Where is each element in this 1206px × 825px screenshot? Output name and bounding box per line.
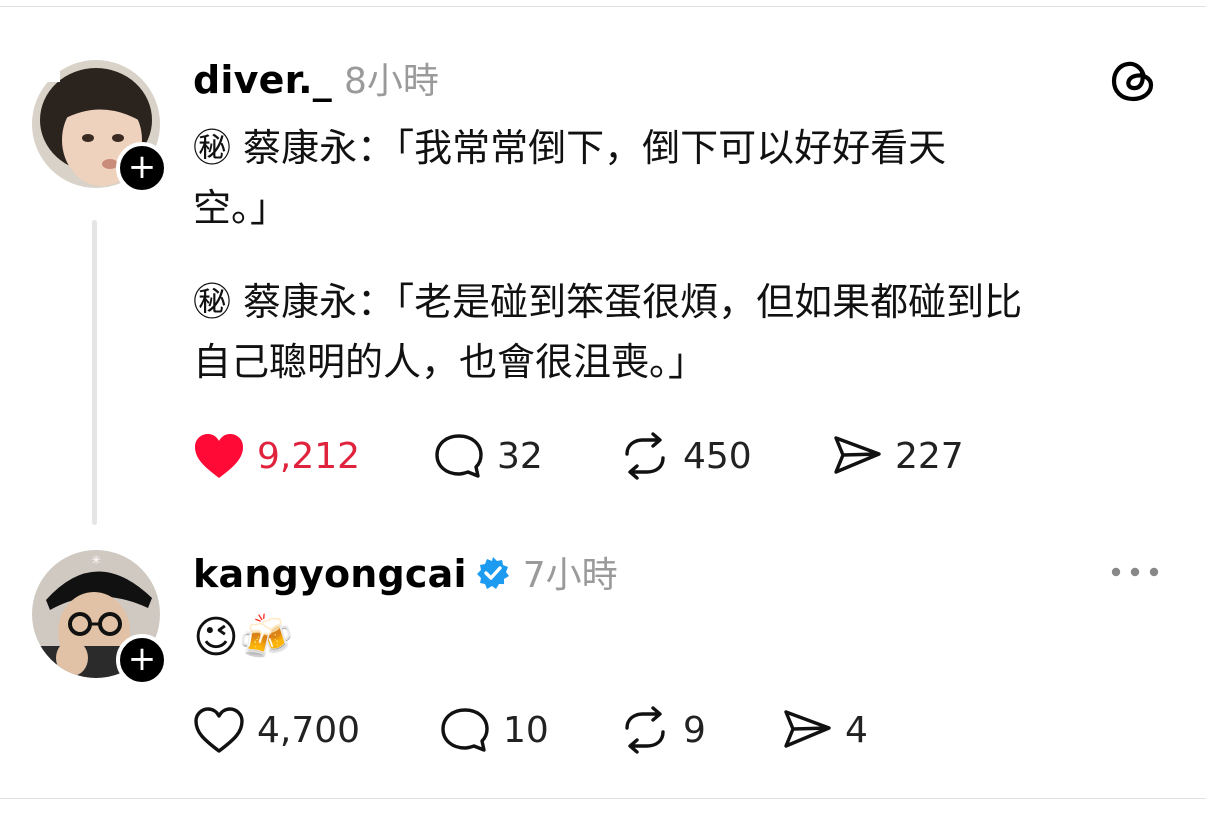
- threads-logo-icon[interactable]: [1108, 55, 1158, 105]
- post-actions: 9,212 32 450 227: [193, 432, 964, 480]
- share-icon: [784, 710, 831, 748]
- bottom-divider: [0, 798, 1206, 799]
- comment-button[interactable]: 10: [439, 706, 619, 754]
- top-divider: [0, 6, 1206, 7]
- post-header: kangyongcai 7小時: [193, 546, 618, 598]
- follow-plus-icon[interactable]: +: [116, 634, 168, 686]
- share-button[interactable]: 4: [781, 706, 868, 754]
- repost-button[interactable]: 450: [619, 432, 831, 480]
- timestamp: 8小時: [343, 61, 439, 102]
- repost-count: 9: [683, 709, 706, 751]
- follow-plus-icon[interactable]: +: [116, 142, 168, 194]
- like-button[interactable]: 4,700: [193, 706, 439, 754]
- post-header: diver._ 8小時: [193, 52, 439, 104]
- comment-icon: [441, 708, 489, 752]
- share-icon: [834, 436, 881, 474]
- thread-connector-line: [92, 220, 97, 525]
- username[interactable]: diver._: [193, 58, 332, 102]
- heart-icon: [194, 707, 244, 753]
- repost-count: 450: [683, 435, 752, 477]
- svg-text:✳: ✳: [91, 553, 101, 567]
- username[interactable]: kangyongcai: [193, 552, 467, 596]
- comment-count: 32: [497, 435, 543, 477]
- post-emoji-content: 😉🍻: [193, 612, 294, 663]
- comment-count: 10: [503, 709, 549, 751]
- post-actions: 4,700 10 9 4: [193, 706, 868, 754]
- timestamp: 7小時: [522, 555, 618, 596]
- more-icon[interactable]: [1110, 566, 1160, 578]
- share-count: 4: [845, 709, 868, 751]
- heart-icon: [195, 434, 243, 478]
- post-text-line: 空。」: [193, 186, 289, 230]
- post-text-line: ㊙ 蔡康永：「我常常倒下，倒下可以好好看天: [193, 126, 947, 170]
- repost-icon: [625, 432, 665, 480]
- share-button[interactable]: 227: [831, 432, 964, 480]
- like-button[interactable]: 9,212: [193, 432, 433, 480]
- post-text-line: ㊙ 蔡康永：「老是碰到笨蛋很煩，但如果都碰到比: [193, 280, 1023, 324]
- repost-icon: [625, 706, 665, 754]
- verified-badge-icon: [476, 557, 509, 589]
- share-count: 227: [895, 435, 964, 477]
- post-text-line: 自己聰明的人，也會很沮喪。」: [193, 340, 707, 384]
- repost-button[interactable]: 9: [619, 706, 781, 754]
- like-count: 4,700: [257, 709, 361, 751]
- comment-icon: [435, 434, 483, 478]
- comment-button[interactable]: 32: [433, 432, 619, 480]
- like-count: 9,212: [257, 435, 361, 477]
